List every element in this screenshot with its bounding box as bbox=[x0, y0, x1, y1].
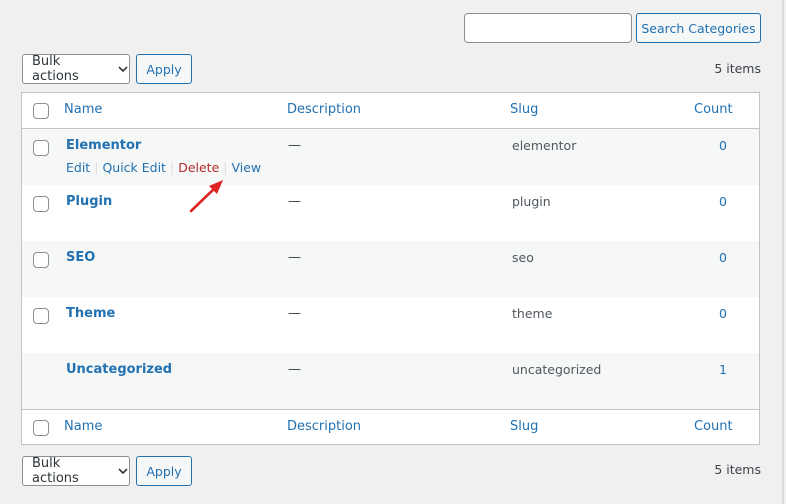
column-header-name[interactable]: Name bbox=[64, 102, 102, 117]
row-checkbox[interactable] bbox=[33, 252, 49, 268]
category-count-link[interactable]: 0 bbox=[719, 138, 727, 153]
category-count-link[interactable]: 0 bbox=[719, 250, 727, 265]
category-slug: elementor bbox=[512, 138, 577, 153]
category-slug: theme bbox=[512, 306, 553, 321]
column-header-description[interactable]: Description bbox=[287, 102, 361, 117]
category-count-link[interactable]: 0 bbox=[719, 194, 727, 209]
column-footer-slug[interactable]: Slug bbox=[510, 419, 538, 434]
table-row: Theme — theme 0 bbox=[22, 297, 759, 353]
row-checkbox[interactable] bbox=[33, 196, 49, 212]
category-count-link[interactable]: 0 bbox=[719, 306, 727, 321]
table-row: Elementor Edit | Quick Edit | Delete | V… bbox=[22, 129, 759, 185]
category-name-link[interactable]: SEO bbox=[66, 250, 95, 265]
apply-button-bottom[interactable]: Apply bbox=[136, 456, 192, 486]
category-description: — bbox=[288, 306, 301, 321]
search-categories-input[interactable] bbox=[464, 13, 632, 43]
row-actions: Edit | Quick Edit | Delete | View bbox=[66, 160, 261, 175]
column-header-slug[interactable]: Slug bbox=[510, 102, 538, 117]
bulk-actions-select-bottom[interactable]: Bulk actions bbox=[22, 456, 130, 486]
category-slug: plugin bbox=[512, 194, 551, 209]
separator: | bbox=[169, 160, 175, 175]
view-link[interactable]: View bbox=[231, 160, 261, 175]
category-description: — bbox=[288, 194, 301, 209]
column-footer-name[interactable]: Name bbox=[64, 419, 102, 434]
row-checkbox[interactable] bbox=[33, 308, 49, 324]
category-name-link[interactable]: Elementor bbox=[66, 138, 141, 153]
category-name-link[interactable]: Theme bbox=[66, 306, 115, 321]
scrollbar-edge bbox=[782, 0, 784, 504]
column-footer-description[interactable]: Description bbox=[287, 419, 361, 434]
column-footer-count[interactable]: Count bbox=[694, 419, 733, 434]
quick-edit-link[interactable]: Quick Edit bbox=[102, 160, 166, 175]
select-all-checkbox[interactable] bbox=[33, 103, 49, 119]
items-count-top: 5 items bbox=[714, 61, 761, 76]
apply-button-top[interactable]: Apply bbox=[136, 54, 192, 84]
edit-link[interactable]: Edit bbox=[66, 160, 90, 175]
table-row: Uncategorized — uncategorized 1 bbox=[22, 353, 759, 409]
category-description: — bbox=[288, 250, 301, 265]
row-checkbox[interactable] bbox=[33, 140, 49, 156]
category-description: — bbox=[288, 138, 301, 153]
category-slug: seo bbox=[512, 250, 534, 265]
category-name-link[interactable]: Plugin bbox=[66, 194, 112, 209]
delete-link[interactable]: Delete bbox=[178, 160, 219, 175]
bulk-actions-select-top[interactable]: Bulk actions bbox=[22, 54, 130, 84]
column-header-count[interactable]: Count bbox=[694, 102, 733, 117]
table-header: Name Description Slug Count bbox=[22, 93, 759, 129]
items-count-bottom: 5 items bbox=[714, 462, 761, 477]
bulk-actions-label: Bulk actions bbox=[32, 54, 79, 84]
category-description: — bbox=[288, 362, 301, 377]
table-row: SEO — seo 0 bbox=[22, 241, 759, 297]
category-count-link[interactable]: 1 bbox=[719, 362, 727, 377]
select-all-checkbox-footer[interactable] bbox=[33, 420, 49, 436]
categories-table: Name Description Slug Count Elementor Ed… bbox=[21, 92, 760, 445]
chevron-down-icon bbox=[118, 468, 128, 475]
separator: | bbox=[223, 160, 228, 175]
search-categories-button[interactable]: Search Categories bbox=[636, 13, 761, 43]
table-footer: Name Description Slug Count bbox=[22, 409, 759, 444]
category-name-link[interactable]: Uncategorized bbox=[66, 362, 172, 377]
category-slug: uncategorized bbox=[512, 362, 602, 377]
chevron-down-icon bbox=[118, 66, 128, 73]
table-row: Plugin — plugin 0 bbox=[22, 185, 759, 241]
bulk-actions-label: Bulk actions bbox=[32, 456, 79, 486]
separator: | bbox=[94, 160, 99, 175]
